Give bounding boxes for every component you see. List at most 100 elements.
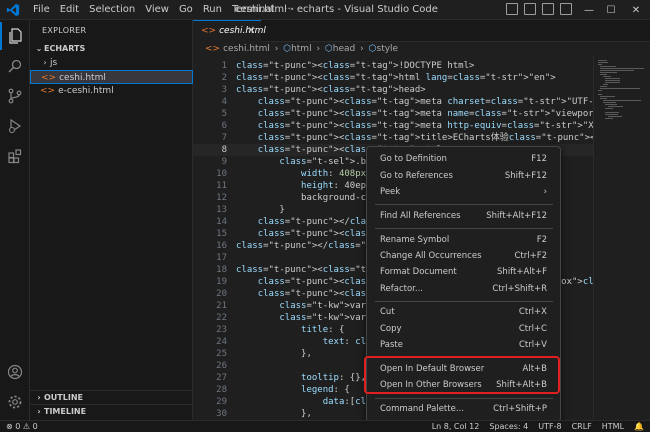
code-line[interactable]: 1 class="t-punc"><class="t-tag">!DOCTYPE … [193,60,593,72]
menu-find-all-references[interactable]: Find All References Shift+Alt+F12 [371,208,557,224]
settings-gear-icon[interactable] [0,388,30,416]
menu-refactor[interactable]: Refactor... Ctrl+Shift+R [371,281,557,297]
minimize-button[interactable]: — [578,0,600,20]
extensions-icon[interactable] [0,142,30,170]
menu-format-document[interactable]: Format Document Shift+Alt+F [371,264,557,280]
editor-tabs: <> ceshi.html ✕ [193,20,650,42]
minimap-line [605,78,621,79]
close-button[interactable]: ✕ [622,0,650,20]
tree-item-js[interactable]: › js [30,56,193,70]
line-ending[interactable]: CRLF [572,421,592,432]
source-control-icon[interactable] [0,82,30,110]
code-text: }, [236,409,312,419]
code-line[interactable]: 7 class="t-punc"><class="t-tag">title>EC… [193,132,593,144]
menu-item-shortcut: Ctrl+V [518,340,547,350]
menu-paste[interactable]: Paste Ctrl+V [371,337,557,353]
menu-go[interactable]: Go [174,0,198,20]
breadcrumb-file[interactable]: ceshi.html [223,44,270,54]
menu-cut[interactable]: Cut Ctrl+X [371,304,557,320]
minimap-line [600,66,617,67]
html-file-icon: <> [40,86,56,96]
search-icon[interactable] [0,52,30,80]
line-number: 23 [216,325,227,335]
menu-peek[interactable]: Peek › [371,184,557,200]
minimap-line [598,60,607,61]
code-text: class="t-punc"><class="t-tag">meta name=… [257,109,593,119]
menu-item-label: Cut [380,307,395,317]
menu-go-to-definition[interactable]: Go to Definition F12 [371,151,557,167]
menu-item-shortcut: Shift+Alt+F12 [486,211,547,221]
breadcrumb-head[interactable]: head [333,44,355,54]
customize-layout-icon[interactable] [560,3,572,15]
code-line[interactable]: 4 class="t-punc"><class="t-tag">meta cha… [193,96,593,108]
explorer-icon[interactable] [0,22,30,50]
indentation[interactable]: Spaces: 4 [489,421,528,432]
breadcrumb: <> ceshi.html › ⬡html › ⬡head › ⬡style [193,42,650,56]
menu-copy[interactable]: Copy Ctrl+C [371,321,557,337]
tab-ceshi[interactable]: <> ceshi.html ✕ [193,20,266,42]
encoding[interactable]: UTF-8 [538,421,561,432]
html-file-icon: <> [205,44,221,54]
code-line[interactable]: 2 class="t-punc"><class="t-tag">html lang… [193,72,593,84]
minimap[interactable] [593,56,650,420]
menu-item-label: Command Palette... [380,404,464,414]
menu-item-label: Format Document [380,267,457,277]
minimap-line [605,118,614,119]
menu-item-shortcut: Ctrl+Shift+P [493,404,547,414]
breadcrumb-html[interactable]: html [291,44,312,54]
vscode-logo-icon [6,3,20,16]
menu-rename-symbol[interactable]: Rename Symbol F2 [371,232,557,248]
notifications-bell-icon[interactable]: 🔔 [634,421,644,432]
menu-command-palette[interactable]: Command Palette... Ctrl+Shift+P [371,401,557,417]
code-text: legend: { [301,385,350,395]
code-line[interactable]: 5 class="t-punc"><class="t-tag">meta nam… [193,108,593,120]
minimap-line [598,64,602,65]
menu-item-label: Go to References [380,171,453,181]
minimap-line [600,68,645,69]
menu-run[interactable]: Run [198,0,227,20]
chevron-right-icon: › [543,187,547,197]
maximize-button[interactable]: ☐ [600,0,622,20]
menu-item-shortcut: Ctrl+F2 [514,251,547,261]
run-debug-icon[interactable] [0,112,30,140]
breadcrumb-style[interactable]: style [377,44,399,54]
menu-item-shortcut: Ctrl+X [518,307,547,317]
menu-item-label: Paste [380,340,403,350]
timeline-section[interactable]: › TIMELINE [30,404,193,418]
minimap-line [607,106,623,107]
menu-view[interactable]: View [140,0,174,20]
minimap-line [602,100,641,101]
toggle-secondary-sidebar-icon[interactable] [542,3,554,15]
code-line[interactable]: 3 class="t-punc"><class="t-tag">head> [193,84,593,96]
line-number: 17 [216,253,227,263]
menu-go-to-references[interactable]: Go to References Shift+F12 [371,168,557,184]
explorer-title: EXPLORER [42,26,87,35]
line-number: 7 [221,133,227,143]
workspace-root[interactable]: ⌄ ECHARTS [30,42,193,56]
toggle-sidebar-icon[interactable] [506,3,518,15]
code-text: tooltip: {}, [301,373,367,383]
menu-change-all-occurrences[interactable]: Change All Occurrences Ctrl+F2 [371,248,557,264]
code-line[interactable]: 6 class="t-punc"><class="t-tag">meta htt… [193,120,593,132]
menu-item-label: Peek [380,187,401,197]
tree-item-ceshi[interactable]: <> ceshi.html [30,70,193,84]
tree-item-label: ceshi.html [59,73,106,83]
element-icon: ⬡ [283,44,292,54]
toggle-panel-icon[interactable] [524,3,536,15]
accounts-icon[interactable] [0,358,30,386]
menu-file[interactable]: File [28,0,55,20]
minimap-line [607,116,622,117]
tree-item-e-ceshi[interactable]: <> e-ceshi.html [30,84,193,98]
language-mode[interactable]: HTML [602,421,624,432]
explorer-sidebar: EXPLORER ⌄ ECHARTS › js <> ceshi.html <> e-c… [30,20,193,420]
code-text: class="t-sel">.box { [279,157,388,167]
menu-edit[interactable]: Edit [55,0,84,20]
menu-item-label: Go to Definition [380,154,447,164]
close-icon[interactable]: ✕ [247,21,255,42]
outline-section[interactable]: › OUTLINE [30,390,193,404]
code-text: class="t-punc"><class="t-tag">!DOCTYPE h… [236,61,475,71]
problems-indicator[interactable]: ⊗ 0 ⚠ 0 [6,421,38,432]
menu-item-shortcut: F12 [531,154,547,164]
menu-selection[interactable]: Selection [84,0,140,20]
cursor-position[interactable]: Ln 8, Col 12 [432,421,480,432]
